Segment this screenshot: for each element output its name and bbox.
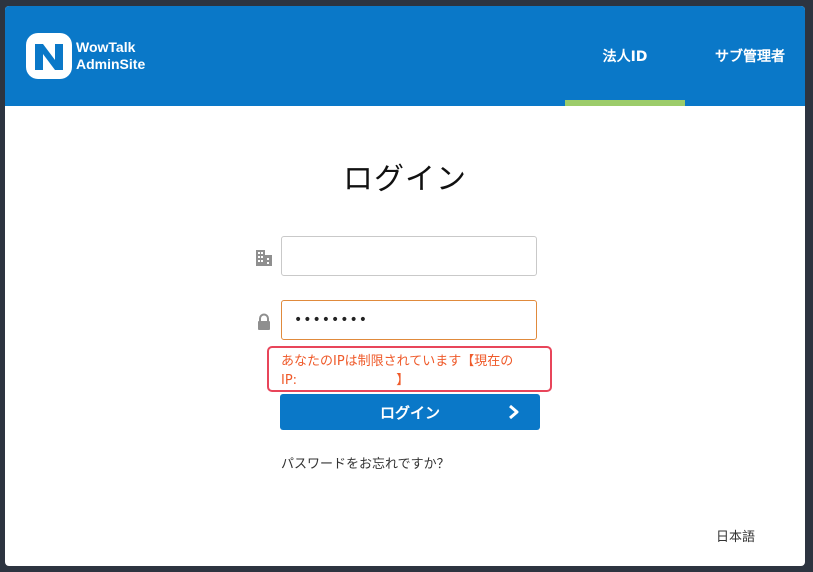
chevron-right-icon bbox=[509, 404, 519, 420]
brand-line-2: AdminSite bbox=[76, 56, 146, 72]
tab-corporate-id[interactable]: 法人ID bbox=[565, 6, 685, 106]
error-line-1: あなたのIPは制限されています【現在の bbox=[281, 354, 514, 369]
header-bar: WowTalk AdminSite 法人ID サブ管理者 bbox=[5, 6, 805, 106]
lock-icon bbox=[258, 313, 270, 330]
ip-restriction-error: あなたのIPは制限されています【現在の IP: 】 bbox=[267, 346, 552, 392]
building-icon bbox=[256, 250, 272, 266]
active-tab-indicator bbox=[565, 100, 685, 106]
forgot-password-link[interactable]: パスワードをお忘れですか？ bbox=[281, 453, 450, 472]
language-selector[interactable]: 日本語 bbox=[716, 526, 755, 545]
error-line-2: IP: 】 bbox=[281, 373, 410, 388]
password-input[interactable] bbox=[281, 300, 537, 340]
login-button[interactable]: ログイン bbox=[280, 394, 540, 430]
tab-sub-admin[interactable]: サブ管理者 bbox=[695, 6, 805, 106]
brand-name: WowTalk AdminSite bbox=[76, 39, 145, 73]
tab-sub-admin-label: サブ管理者 bbox=[715, 49, 785, 65]
brand-line-1: WowTalk bbox=[76, 39, 136, 55]
company-id-input[interactable] bbox=[281, 236, 537, 276]
wowtalk-logo-icon bbox=[26, 33, 72, 79]
page-title: ログイン bbox=[343, 162, 467, 197]
login-window: WowTalk AdminSite 法人ID サブ管理者 ログイン あなたのIP… bbox=[5, 6, 805, 566]
tab-corporate-id-label: 法人ID bbox=[602, 49, 648, 65]
login-button-label: ログイン bbox=[379, 403, 440, 422]
